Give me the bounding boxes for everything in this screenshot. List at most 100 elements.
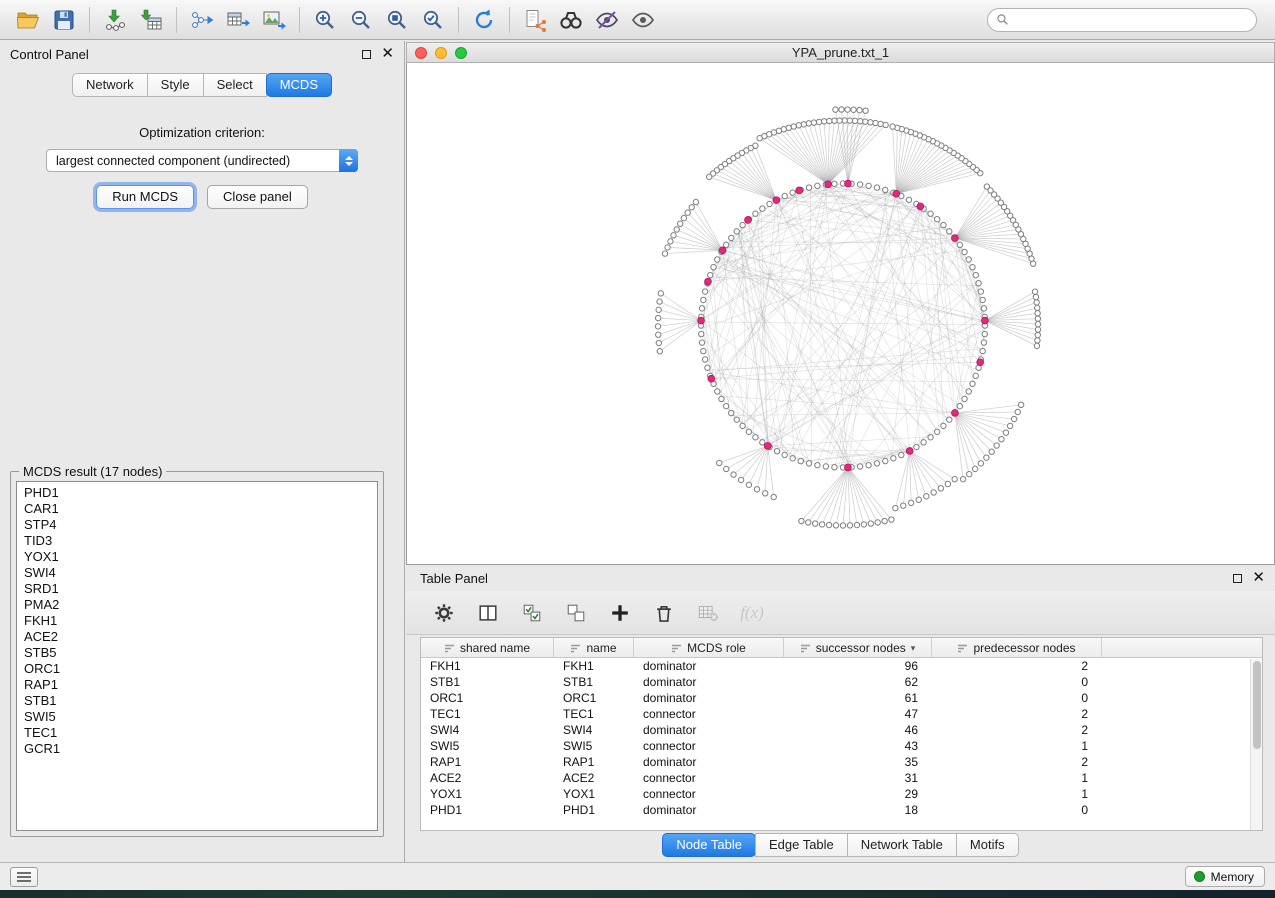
cell-predecessor-nodes: 0: [932, 803, 1102, 817]
close-panel-button[interactable]: Close panel: [207, 185, 308, 209]
table-row[interactable]: ACE2ACE2connector311: [421, 770, 1262, 786]
column-header-MCDS-role[interactable]: MCDS role: [634, 638, 784, 658]
tab-network-table[interactable]: Network Table: [847, 833, 957, 857]
tab-style[interactable]: Style: [147, 73, 204, 97]
column-header-predecessor-nodes[interactable]: predecessor nodes: [932, 638, 1102, 658]
table-row[interactable]: STB1STB1dominator620: [421, 674, 1262, 690]
zoom-out-button[interactable]: [343, 4, 379, 36]
mcds-result-item[interactable]: ORC1: [24, 661, 370, 677]
refresh-view-button[interactable]: [466, 4, 502, 36]
tab-node-table[interactable]: Node Table: [662, 833, 756, 857]
cell-successor-nodes: 29: [784, 787, 932, 801]
float-panel-icon[interactable]: [1233, 574, 1242, 583]
delete-column-button[interactable]: [652, 601, 676, 625]
network-graph: [407, 63, 1274, 564]
search-input[interactable]: [1014, 13, 1248, 27]
table-row[interactable]: SWI4SWI4dominator462: [421, 722, 1262, 738]
import-network-button[interactable]: [97, 4, 133, 36]
export-table-button[interactable]: [220, 4, 256, 36]
import-table-button[interactable]: [133, 4, 169, 36]
cell-shared-name: SWI5: [421, 739, 554, 753]
network-canvas[interactable]: [406, 63, 1275, 565]
cell-successor-nodes: 46: [784, 723, 932, 737]
tab-select[interactable]: Select: [203, 73, 267, 97]
export-image-icon: [262, 8, 286, 32]
toggle-graphics-details-button[interactable]: [589, 4, 625, 36]
column-header-successor-nodes[interactable]: successor nodes▾: [784, 638, 932, 658]
select-all-button[interactable]: [520, 601, 544, 625]
cell-shared-name: YOX1: [421, 787, 554, 801]
column-label: successor nodes: [816, 641, 906, 655]
cell-MCDS-role: dominator: [634, 803, 784, 817]
table-row[interactable]: FKH1FKH1dominator962: [421, 658, 1262, 674]
deselect-all-button[interactable]: [564, 601, 588, 625]
save-session-button[interactable]: [46, 4, 82, 36]
search-field[interactable]: [987, 8, 1257, 32]
tab-motifs[interactable]: Motifs: [956, 833, 1019, 857]
mcds-result-item[interactable]: RAP1: [24, 677, 370, 693]
table-row[interactable]: RAP1RAP1dominator352: [421, 754, 1262, 770]
zoom-in-icon: [313, 8, 337, 32]
toolbar-separator: [176, 7, 177, 33]
close-panel-icon[interactable]: ✕: [381, 49, 394, 59]
mcds-result-item[interactable]: YOX1: [24, 549, 370, 565]
table-settings-button[interactable]: [432, 601, 456, 625]
mcds-result-item[interactable]: GCR1: [24, 741, 370, 757]
refresh-icon: [472, 8, 496, 32]
show-hide-button[interactable]: [625, 4, 661, 36]
zoom-selected-button[interactable]: [415, 4, 451, 36]
table-row[interactable]: ORC1ORC1dominator610: [421, 690, 1262, 706]
mcds-result-item[interactable]: FKH1: [24, 613, 370, 629]
export-network-button[interactable]: [184, 4, 220, 36]
show-columns-button[interactable]: [476, 601, 500, 625]
float-panel-icon[interactable]: [362, 50, 371, 59]
column-header-shared-name[interactable]: shared name: [421, 638, 554, 658]
mcds-result-item[interactable]: SRD1: [24, 581, 370, 597]
open-file-button[interactable]: [10, 4, 46, 36]
mcds-result-item[interactable]: TEC1: [24, 725, 370, 741]
scrollbar-thumb[interactable]: [1253, 661, 1261, 749]
mcds-result-item[interactable]: CAR1: [24, 501, 370, 517]
table-row[interactable]: SWI5SWI5connector431: [421, 738, 1262, 754]
table-row[interactable]: PHD1PHD1dominator180: [421, 802, 1262, 818]
cell-MCDS-role: connector: [634, 787, 784, 801]
network-window-titlebar[interactable]: YPA_prune.txt_1: [406, 42, 1275, 63]
table-row[interactable]: TEC1TEC1connector472: [421, 706, 1262, 722]
zoom-fit-button[interactable]: [379, 4, 415, 36]
trash-icon: [653, 602, 675, 624]
mcds-result-item[interactable]: STB1: [24, 693, 370, 709]
eye-icon: [631, 8, 655, 32]
export-image-button[interactable]: [256, 4, 292, 36]
tab-network[interactable]: Network: [72, 73, 148, 97]
table-toolbar: f(x): [406, 591, 1275, 635]
zoom-in-button[interactable]: [307, 4, 343, 36]
table-scrollbar[interactable]: [1250, 659, 1262, 830]
select-all-icon: [521, 602, 543, 624]
mcds-result-list[interactable]: PHD1CAR1STP4TID3YOX1SWI4SRD1PMA2FKH1ACE2…: [16, 481, 378, 831]
mcds-result-item[interactable]: STB5: [24, 645, 370, 661]
tab-mcds[interactable]: MCDS: [266, 73, 332, 97]
delete-table-button: [696, 601, 720, 625]
close-panel-icon[interactable]: ✕: [1252, 573, 1265, 583]
share-document-button[interactable]: [517, 4, 553, 36]
column-header-name[interactable]: name: [554, 638, 634, 658]
run-mcds-button[interactable]: Run MCDS: [96, 185, 194, 209]
mcds-result-item[interactable]: STP4: [24, 517, 370, 533]
mcds-result-item[interactable]: TID3: [24, 533, 370, 549]
add-column-button[interactable]: [608, 601, 632, 625]
mcds-result-item[interactable]: PMA2: [24, 597, 370, 613]
import-network-icon: [103, 8, 127, 32]
mcds-result-item[interactable]: ACE2: [24, 629, 370, 645]
cell-shared-name: TEC1: [421, 707, 554, 721]
delete-table-icon: [697, 602, 719, 624]
criterion-select[interactable]: largest connected component (undirected): [46, 149, 358, 172]
mcds-result-item[interactable]: PHD1: [24, 485, 370, 501]
table-row[interactable]: YOX1YOX1connector291: [421, 786, 1262, 802]
mcds-result-item[interactable]: SWI4: [24, 565, 370, 581]
control-panel-header: Control Panel ✕: [0, 41, 404, 67]
memory-button[interactable]: Memory: [1185, 866, 1265, 887]
find-button[interactable]: [553, 4, 589, 36]
mcds-result-item[interactable]: SWI5: [24, 709, 370, 725]
tab-edge-table[interactable]: Edge Table: [755, 833, 848, 857]
show-panel-button[interactable]: [10, 867, 38, 887]
